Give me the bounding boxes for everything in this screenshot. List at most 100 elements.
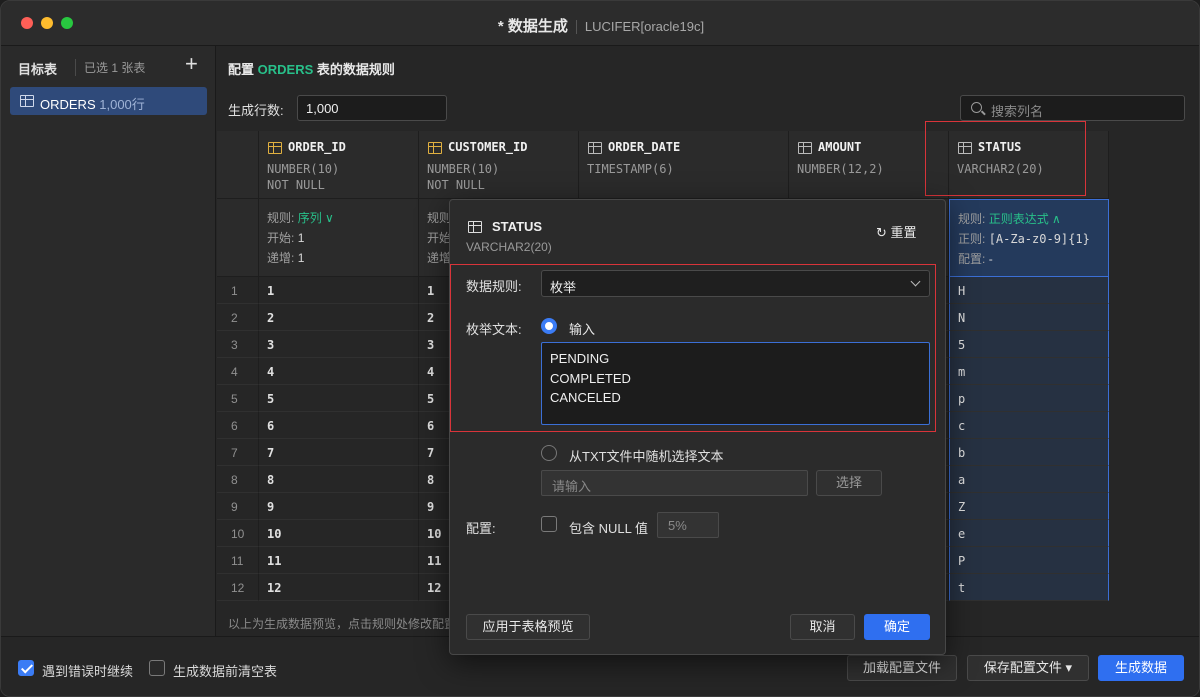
rule-value[interactable]: 正则表达式 ∧ <box>989 212 1061 226</box>
cell-order-id: 9 <box>259 493 419 520</box>
table-column-icon <box>798 142 812 154</box>
cell-order-id: 3 <box>259 331 419 358</box>
sidebar-item-rows: 1,000行 <box>99 97 145 112</box>
column-type: TIMESTAMP(6) <box>587 162 674 176</box>
null-percent-input[interactable]: 5% <box>657 512 719 538</box>
cell-status: 5 <box>949 331 1109 358</box>
step-value: 1 <box>297 251 305 265</box>
page-title: 配置 ORDERS 表的数据规则 <box>228 59 395 78</box>
column-search-input[interactable]: 搜索列名 <box>960 95 1185 121</box>
rule-select-value: 枚举 <box>550 280 577 295</box>
popup-column-name: STATUS <box>492 219 543 234</box>
enum-line: COMPLETED <box>550 370 631 386</box>
preview-note: 以上为生成数据预览，点击规则处修改配置 <box>228 617 457 631</box>
file-path-input[interactable]: 请输入 <box>541 470 808 496</box>
continue-on-error-label: 遇到错误时继续 <box>42 664 134 679</box>
app-window: * 数据生成 LUCIFER[oracle19c] 目标表 已选 1 张表 + O… <box>0 0 1200 697</box>
cell-order-id: 5 <box>259 385 419 412</box>
row-number: 9 <box>217 493 259 520</box>
window-title-text: * 数据生成 <box>497 18 568 35</box>
table-column-icon <box>588 142 602 154</box>
sidebar-header: 目标表 <box>18 62 58 77</box>
cell-order-id: 10 <box>259 520 419 547</box>
file-radio[interactable] <box>541 445 557 461</box>
rows-input[interactable]: 1,000 <box>297 95 447 121</box>
ok-button[interactable]: 确定 <box>864 614 930 640</box>
row-number: 1 <box>217 277 259 304</box>
chevron-down-icon <box>910 276 921 287</box>
column-name: ORDER_ID <box>288 140 346 154</box>
rownum-rule <box>217 199 259 277</box>
cell-status: P <box>949 547 1109 574</box>
truncate-before-checkbox[interactable] <box>149 660 165 676</box>
rownum-header <box>217 131 259 199</box>
rows-label: 生成行数: <box>228 103 284 118</box>
rule-label: 规则: <box>958 212 986 226</box>
row-number: 4 <box>217 358 259 385</box>
cell-status: Z <box>949 493 1109 520</box>
table-column-icon <box>468 221 482 233</box>
cancel-button[interactable]: 取消 <box>790 614 855 640</box>
title-prefix: 配置 <box>228 62 255 77</box>
rule-label: 规则 <box>427 211 452 225</box>
table-column-icon <box>958 142 972 154</box>
cell-status: m <box>949 358 1109 385</box>
continue-on-error-checkbox[interactable] <box>18 660 34 676</box>
row-number: 2 <box>217 304 259 331</box>
enum-line: CANCELED <box>550 390 621 405</box>
sidebar: 目标表 已选 1 张表 + ORDERS 1,000行 <box>1 46 216 636</box>
column-type: VARCHAR2(20) <box>957 162 1044 176</box>
row-number: 3 <box>217 331 259 358</box>
choose-file-button[interactable]: 选择 <box>816 470 882 496</box>
sidebar-item-orders[interactable]: ORDERS 1,000行 <box>10 87 207 115</box>
enum-textarea[interactable]: PENDING COMPLETED CANCELED <box>541 342 930 425</box>
cell-order-id: 4 <box>259 358 419 385</box>
step-label: 递增 <box>427 251 452 265</box>
column-header-amount[interactable]: AMOUNT NUMBER(12,2) <box>789 131 949 199</box>
apply-preview-button[interactable]: 应用于表格预览 <box>466 614 590 640</box>
sidebar-item-label: ORDERS <box>40 97 96 112</box>
column-type: NUMBER(12,2) <box>797 162 884 176</box>
reset-button[interactable]: ↻ 重置 <box>876 222 917 241</box>
search-placeholder: 搜索列名 <box>991 104 1044 119</box>
input-radio[interactable] <box>541 318 557 334</box>
column-header-customer-id[interactable]: CUSTOMER_ID NUMBER(10) NOT NULL <box>419 131 579 199</box>
cell-order-id: 6 <box>259 412 419 439</box>
add-table-button[interactable]: + <box>185 51 198 77</box>
column-header-order-id[interactable]: ORDER_ID NUMBER(10) NOT NULL <box>259 131 419 199</box>
rule-value[interactable]: 序列 ∨ <box>298 211 334 225</box>
generate-data-button[interactable]: 生成数据 <box>1098 655 1184 681</box>
include-null-checkbox[interactable] <box>541 516 557 532</box>
enum-line: PENDING <box>550 351 610 366</box>
load-config-button[interactable]: 加载配置文件 <box>847 655 957 681</box>
cell-order-id: 12 <box>259 574 419 601</box>
start-label: 开始 <box>427 231 452 245</box>
cell-status: e <box>949 520 1109 547</box>
cell-status: c <box>949 412 1109 439</box>
start-label: 开始: <box>267 231 295 245</box>
column-constraint: NOT NULL <box>427 178 485 192</box>
connection-name: LUCIFER[oracle19c] <box>584 19 705 34</box>
column-rule-status[interactable]: 规则: 正则表达式 ∧ 正则: [A-Za-z0-9]{1} 配置: - <box>949 199 1109 277</box>
column-rule-order-id[interactable]: 规则: 序列 ∨ 开始: 1 递增: 1 <box>259 199 419 277</box>
cell-status: p <box>949 385 1109 412</box>
rule-select[interactable]: 枚举 <box>541 270 930 297</box>
title-suffix: 表的数据规则 <box>316 62 395 77</box>
regex-value: [A-Za-z0-9]{1} <box>988 232 1090 246</box>
save-config-button[interactable]: 保存配置文件 ▾ <box>967 655 1089 681</box>
config-value: - <box>988 252 993 266</box>
column-name: AMOUNT <box>818 140 862 154</box>
column-name: CUSTOMER_ID <box>448 140 528 154</box>
key-table-icon <box>428 142 442 154</box>
regex-label: 正则: <box>958 232 986 246</box>
table-icon <box>20 95 34 107</box>
truncate-before-label: 生成数据前清空表 <box>173 664 278 679</box>
column-header-order-date[interactable]: ORDER_DATE TIMESTAMP(6) <box>579 131 789 199</box>
column-constraint: NOT NULL <box>267 178 325 192</box>
window-title: * 数据生成 LUCIFER[oracle19c] <box>1 15 1199 36</box>
cell-order-id: 7 <box>259 439 419 466</box>
row-number: 11 <box>217 547 259 574</box>
title-bar: * 数据生成 LUCIFER[oracle19c] <box>1 1 1199 46</box>
column-header-status[interactable]: STATUS VARCHAR2(20) <box>949 131 1109 199</box>
cell-order-id: 1 <box>259 277 419 304</box>
